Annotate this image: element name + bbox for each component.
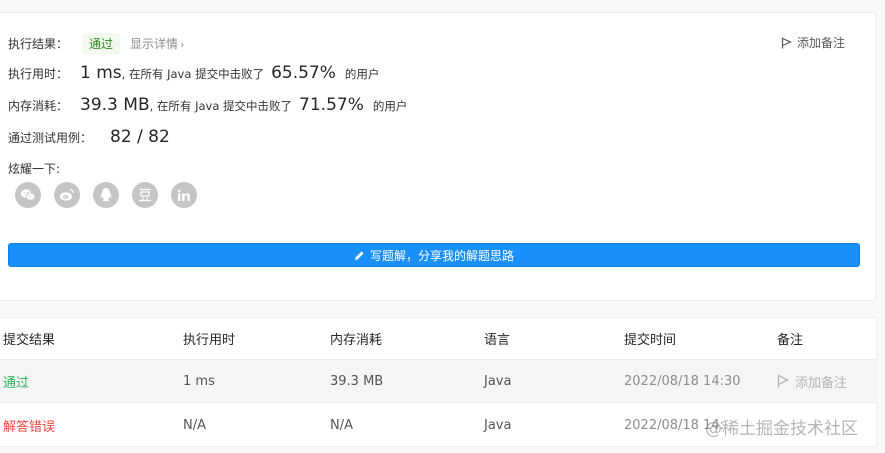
memory-users-text: 的用户 bbox=[372, 99, 408, 113]
header-memory: 内存消耗 bbox=[330, 333, 383, 348]
tests-value: 82 / 82 bbox=[110, 127, 170, 147]
status-badge: 通过 bbox=[82, 33, 121, 54]
row-language: Java bbox=[484, 418, 512, 433]
row-runtime: 1 ms bbox=[183, 373, 215, 389]
share-icons bbox=[15, 182, 197, 208]
row-status[interactable]: 通过 bbox=[3, 360, 29, 402]
header-submit-time: 提交时间 bbox=[624, 333, 677, 348]
runtime-row: 执行用时： 1 ms , 在所有 Java 提交中击败了 65.57% 的用户 bbox=[8, 63, 379, 83]
header-language: 语言 bbox=[484, 333, 511, 348]
header-note: 备注 bbox=[777, 333, 804, 348]
add-note-button[interactable]: 添加备注 bbox=[781, 34, 845, 51]
memory-label: 内存消耗： bbox=[8, 99, 69, 113]
runtime-users-text: 的用户 bbox=[344, 67, 380, 81]
add-note-label: 添加备注 bbox=[796, 36, 845, 50]
chevron-right-icon: › bbox=[180, 38, 185, 51]
row-submit-time: 2022/08/18 14: bbox=[624, 418, 724, 433]
memory-row: 内存消耗： 39.3 MB , 在所有 Java 提交中击败了 71.57% 的… bbox=[8, 95, 407, 115]
table-row[interactable]: 通过 1 ms 39.3 MB Java 2022/08/18 14:30 添加… bbox=[0, 360, 877, 403]
runtime-value: 1 ms bbox=[80, 63, 122, 83]
qq-icon[interactable] bbox=[93, 182, 119, 208]
wechat-icon[interactable] bbox=[15, 182, 41, 208]
row-add-note-label: 添加备注 bbox=[795, 375, 848, 391]
row-add-note-button[interactable]: 添加备注 bbox=[777, 360, 847, 402]
table-row[interactable]: 解答错误 N/A N/A Java 2022/08/18 14: bbox=[0, 404, 877, 447]
memory-value: 39.3 MB bbox=[80, 95, 150, 115]
write-solution-label: 写题解，分享我的解题思路 bbox=[369, 248, 514, 263]
share-row: 炫耀一下: bbox=[8, 160, 60, 177]
row-runtime: N/A bbox=[183, 418, 206, 433]
result-label: 执行结果： bbox=[8, 37, 69, 51]
submission-result-card: 执行结果： 通过 显示详情 › 添加备注 执行用时： 1 ms , 在所有 Jav… bbox=[0, 12, 876, 301]
pencil-icon bbox=[354, 250, 364, 260]
row-status[interactable]: 解答错误 bbox=[3, 404, 55, 447]
memory-beat-text: , 在所有 Java 提交中击败了 bbox=[149, 99, 293, 113]
write-solution-button[interactable]: 写题解，分享我的解题思路 bbox=[8, 243, 860, 267]
row-submit-time: 2022/08/18 14:30 bbox=[624, 373, 741, 389]
runtime-beat-text: , 在所有 Java 提交中击败了 bbox=[121, 67, 265, 81]
row-memory: N/A bbox=[330, 418, 353, 433]
submissions-table: 提交结果 执行用时 内存消耗 语言 提交时间 备注 通过 1 ms 39.3 M… bbox=[0, 317, 877, 447]
header-status: 提交结果 bbox=[3, 333, 56, 348]
douban-icon[interactable] bbox=[132, 182, 158, 208]
tests-label: 通过测试用例： bbox=[8, 131, 93, 145]
show-details-label: 显示详情 bbox=[130, 37, 179, 51]
row-memory: 39.3 MB bbox=[330, 373, 384, 389]
share-label: 炫耀一下: bbox=[8, 162, 61, 176]
header-runtime: 执行用时 bbox=[183, 333, 236, 348]
show-details-link[interactable]: 显示详情 › bbox=[130, 35, 184, 52]
runtime-percent: 65.57% bbox=[271, 63, 336, 83]
table-header: 提交结果 执行用时 内存消耗 语言 提交时间 备注 bbox=[0, 318, 877, 360]
row-language: Java bbox=[484, 373, 512, 389]
memory-percent: 71.57% bbox=[299, 95, 364, 115]
flag-icon bbox=[781, 37, 792, 48]
flag-icon bbox=[777, 374, 789, 388]
result-row: 执行结果： 通过 显示详情 › bbox=[8, 33, 184, 54]
runtime-label: 执行用时： bbox=[8, 67, 69, 81]
tests-row: 通过测试用例： 82 / 82 bbox=[8, 127, 170, 147]
weibo-icon[interactable] bbox=[54, 182, 80, 208]
linkedin-icon[interactable] bbox=[171, 182, 197, 208]
